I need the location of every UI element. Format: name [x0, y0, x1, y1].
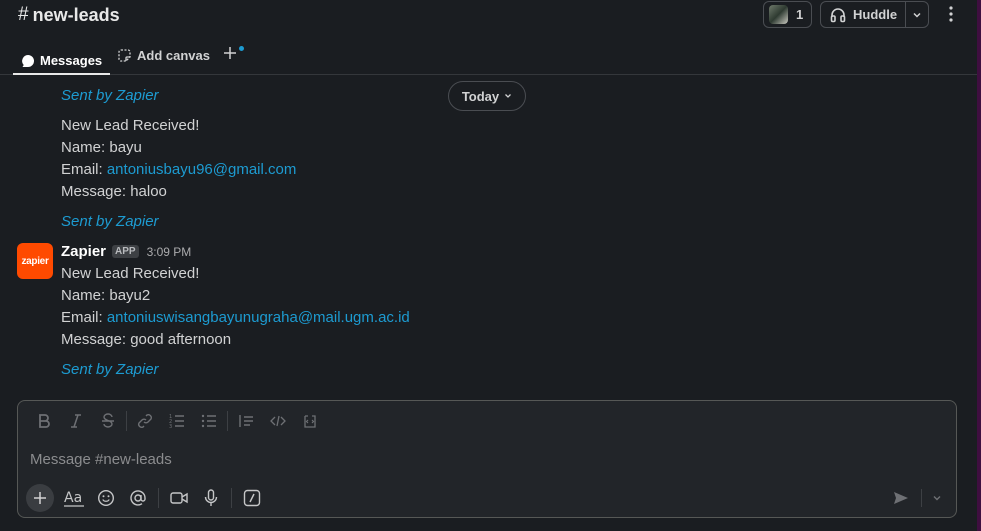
message-header: Zapier APP 3:09 PM: [61, 243, 191, 260]
date-label: Today: [461, 88, 500, 104]
bold-button[interactable]: [28, 407, 60, 435]
message-text: New Lead Received!: [61, 265, 200, 282]
more-options-button[interactable]: [942, 4, 960, 24]
ordered-list-button[interactable]: 123: [161, 407, 193, 435]
plus-icon: [33, 491, 47, 505]
message-timestamp[interactable]: 3:09 PM: [147, 245, 192, 259]
microphone-icon: [204, 489, 218, 507]
plus-icon: [223, 46, 237, 60]
emoji-button[interactable]: [90, 484, 122, 512]
email-link[interactable]: antoniusbayu96@gmail.com: [107, 161, 297, 178]
strikethrough-button[interactable]: [92, 407, 124, 435]
toolbar-divider: [158, 488, 159, 508]
sender-name[interactable]: Zapier: [61, 243, 106, 260]
send-icon: [893, 490, 909, 506]
channel-tabs: Messages Add canvas: [0, 40, 977, 75]
strikethrough-icon: [101, 413, 115, 429]
blockquote-icon: [238, 413, 254, 429]
text-format-icon: Aa: [64, 489, 84, 507]
code-block-button[interactable]: [294, 407, 326, 435]
chevron-down-icon: [504, 92, 512, 100]
slash-command-icon: [243, 489, 261, 507]
video-button[interactable]: [163, 484, 195, 512]
tab-add-canvas[interactable]: Add canvas: [117, 48, 210, 63]
members-button[interactable]: 1: [763, 1, 812, 28]
video-camera-icon: [170, 491, 188, 505]
channel-title[interactable]: # new-leads: [18, 4, 120, 26]
attach-button[interactable]: [26, 484, 54, 512]
emoji-icon: [97, 489, 115, 507]
link-button[interactable]: [129, 407, 161, 435]
email-link[interactable]: antoniuswisangbayunugraha@mail.ugm.ac.id: [107, 309, 410, 326]
channel-header: # new-leads 1 Huddle: [0, 0, 977, 32]
message-text: Message: haloo: [61, 183, 167, 200]
email-prefix: Email:: [61, 309, 107, 326]
shortcuts-button[interactable]: [236, 484, 268, 512]
huddle-label: Huddle: [853, 7, 898, 22]
sent-by-link[interactable]: Sent by Zapier: [61, 87, 159, 104]
toolbar-divider: [231, 488, 232, 508]
add-tab-button[interactable]: [223, 46, 244, 60]
notification-dot: [239, 46, 244, 51]
ordered-list-icon: 123: [169, 413, 185, 429]
tab-label: Add canvas: [137, 48, 210, 63]
kebab-icon: [949, 6, 953, 22]
mention-button[interactable]: [122, 484, 154, 512]
bold-icon: [37, 413, 51, 429]
svg-text:3: 3: [169, 424, 172, 429]
message-email-line: Email: antoniuswisangbayunugraha@mail.ug…: [61, 309, 410, 326]
schedule-send-button[interactable]: [926, 484, 948, 512]
code-icon: [270, 413, 286, 429]
message-text: Name: bayu2: [61, 287, 151, 304]
date-divider-button[interactable]: Today: [448, 81, 526, 111]
italic-icon: [69, 413, 83, 429]
huddle-button[interactable]: Huddle: [821, 2, 905, 27]
avatar-text: zapier: [21, 255, 49, 267]
member-count: 1: [796, 7, 804, 22]
window-edge: [977, 0, 981, 531]
chevron-down-icon: [912, 10, 922, 20]
huddle-button-group: Huddle: [820, 1, 929, 28]
hash-icon: #: [18, 4, 29, 25]
message-composer: 123 Aa: [17, 400, 957, 518]
huddle-options-button[interactable]: [906, 10, 928, 20]
message-email-line: Email: antoniusbayu96@gmail.com: [61, 161, 296, 178]
toolbar-divider: [227, 411, 228, 431]
send-button[interactable]: [885, 484, 917, 512]
sent-by-link[interactable]: Sent by Zapier: [61, 361, 159, 378]
bulleted-list-icon: [201, 413, 217, 429]
toolbar-divider: [126, 411, 127, 431]
code-button[interactable]: [262, 407, 294, 435]
send-divider: [921, 489, 922, 507]
code-block-icon: [302, 413, 318, 429]
audio-button[interactable]: [195, 484, 227, 512]
app-badge: APP: [112, 245, 139, 258]
email-prefix: Email:: [61, 161, 107, 178]
composer-actions: Aa: [18, 483, 956, 513]
sent-by-link[interactable]: Sent by Zapier: [61, 213, 159, 230]
at-sign-icon: [129, 489, 147, 507]
formatting-toolbar: 123: [18, 401, 956, 441]
tab-messages[interactable]: Messages: [13, 48, 111, 75]
svg-text:Aa: Aa: [64, 490, 82, 506]
message-text: Message: good afternoon: [61, 331, 232, 348]
chevron-down-icon: [932, 493, 942, 503]
canvas-icon: [117, 48, 132, 63]
message-text: New Lead Received!: [61, 117, 200, 134]
blockquote-button[interactable]: [230, 407, 262, 435]
link-icon: [137, 413, 153, 429]
italic-button[interactable]: [60, 407, 92, 435]
message-input[interactable]: [30, 449, 930, 469]
message-text: Name: bayu: [61, 139, 142, 156]
zapier-avatar[interactable]: zapier: [17, 243, 53, 279]
headphones-icon: [829, 6, 847, 24]
send-controls: [885, 483, 948, 513]
channel-name: new-leads: [32, 4, 120, 25]
text-format-button[interactable]: Aa: [58, 484, 90, 512]
message-bubble-icon: [21, 54, 35, 68]
member-avatar: [769, 5, 788, 24]
bulleted-list-button[interactable]: [193, 407, 225, 435]
tab-label: Messages: [40, 53, 103, 68]
